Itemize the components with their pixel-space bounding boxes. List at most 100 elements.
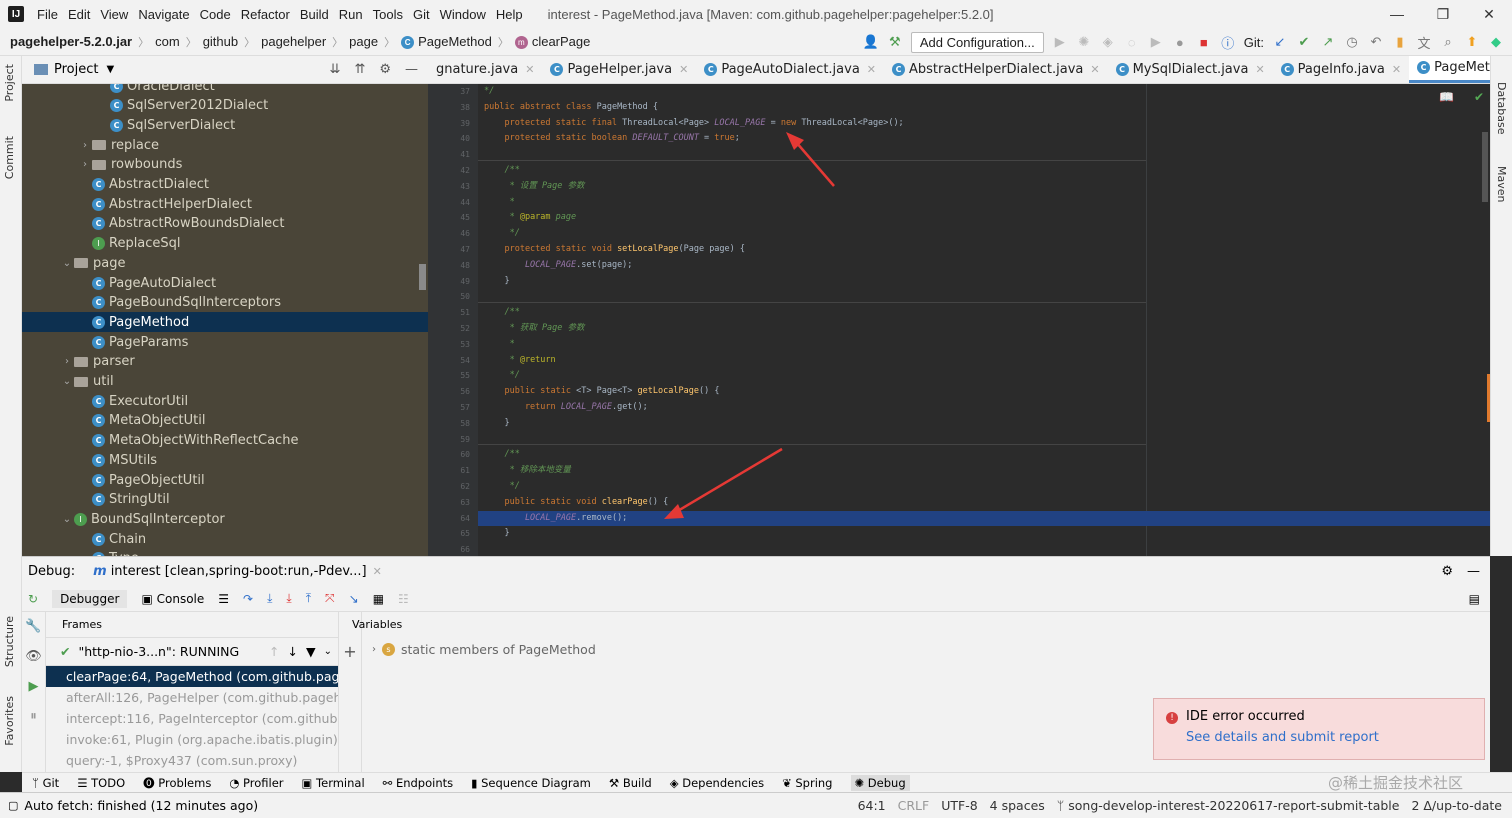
drop-frame-icon[interactable]: ⤧ [325, 591, 335, 606]
plugin-icon[interactable]: ▮ [1392, 34, 1408, 50]
chevron-down-icon[interactable]: ⌄ [60, 258, 74, 269]
rerun-icon[interactable]: ↻ [28, 592, 38, 606]
tab-console[interactable]: ▣ Console [141, 592, 204, 606]
tool-window-problems[interactable]: ⓿ Problems [143, 775, 211, 791]
gear-icon[interactable]: ⚙ [1441, 564, 1453, 579]
trace-icon[interactable]: ☷ [398, 592, 409, 606]
stop-icon[interactable]: ■ [1196, 35, 1212, 50]
frame-item[interactable]: query:-1, $Proxy437 (com.sun.proxy) [46, 750, 338, 771]
coverage-icon[interactable]: ◈ [1100, 34, 1116, 50]
user-icon[interactable]: 👤 [863, 34, 879, 50]
translate-icon[interactable]: 文 [1416, 33, 1432, 52]
tree-item[interactable]: C ExecutorUtil [22, 391, 428, 411]
menu-file[interactable]: File [32, 7, 63, 22]
pause-icon[interactable]: ⏸ [22, 702, 45, 732]
tree-item[interactable]: › replace [22, 135, 428, 155]
menu-code[interactable]: Code [195, 7, 236, 22]
toolbox-icon[interactable]: ◆ [1488, 34, 1504, 50]
editor-tab[interactable]: C PageHelper.java ✕ [542, 56, 696, 83]
tree-item[interactable]: ⌄ page [22, 253, 428, 273]
force-step-into-icon[interactable]: ⤓ [286, 591, 291, 606]
caret-position[interactable]: 64:1 [858, 798, 886, 813]
breadcrumb-com[interactable]: com [155, 34, 180, 49]
breadcrumb-pagehelper[interactable]: pagehelper [261, 34, 326, 49]
code-area[interactable]: */ public abstract class PageMethod { pro… [478, 84, 1490, 556]
breadcrumb-jar[interactable]: pagehelper-5.2.0.jar [10, 34, 132, 49]
arrow-up-icon[interactable]: ↑ [269, 644, 279, 659]
editor-scrollbar[interactable] [1482, 132, 1488, 202]
chevron-down-icon[interactable]: ▼ [106, 64, 114, 75]
close-icon[interactable]: ✕ [1392, 63, 1401, 76]
vcs-status[interactable]: 2 Δ/up-to-date [1411, 798, 1502, 813]
close-button[interactable]: ✕ [1466, 0, 1512, 28]
close-icon[interactable]: ✕ [679, 63, 688, 76]
chevron-down-icon[interactable]: ⌄ [324, 646, 332, 657]
menu-window[interactable]: Window [435, 7, 491, 22]
tool-window-spring[interactable]: ❦ Spring [782, 776, 832, 790]
tree-item[interactable]: C MetaObjectWithReflectCache [22, 431, 428, 451]
expand-all-icon[interactable]: ⇊ [330, 62, 341, 77]
step-out-icon[interactable]: ⤒ [306, 591, 311, 606]
chevron-right-icon[interactable]: › [60, 356, 74, 367]
hide-icon[interactable]: — [1467, 564, 1480, 579]
debug-session-tab[interactable]: interest [clean,spring-boot:run,-Pdev...… [111, 564, 367, 579]
tree-item[interactable]: CType [22, 549, 428, 556]
hammer-icon[interactable]: ⚒ [887, 34, 903, 50]
gear-icon[interactable]: ⚙ [379, 62, 391, 77]
menu-git[interactable]: Git [408, 7, 435, 22]
menu-view[interactable]: View [95, 7, 133, 22]
line-separator[interactable]: CRLF [898, 798, 930, 813]
minimize-button[interactable]: — [1374, 0, 1420, 28]
help-icon[interactable]: ⓘ [1220, 33, 1236, 52]
add-icon[interactable]: + [339, 642, 361, 661]
git-branch[interactable]: ᛘ song-develop-interest-20220617-report-… [1057, 798, 1400, 813]
database-tool-button[interactable]: Database [1495, 82, 1508, 135]
add-configuration-button[interactable]: Add Configuration... [910, 31, 1044, 53]
project-scrollbar[interactable] [419, 264, 426, 290]
chevron-down-icon[interactable]: ⌄ [60, 376, 74, 387]
evaluate-icon[interactable]: ▦ [373, 592, 384, 606]
close-icon[interactable]: ✕ [525, 63, 534, 76]
close-icon[interactable]: ✕ [1090, 63, 1099, 76]
tree-item[interactable]: C Chain [22, 529, 428, 549]
commit-tool-button[interactable]: Commit [3, 136, 16, 179]
step-into-icon[interactable]: ⤓ [267, 591, 272, 606]
tool-window-debug[interactable]: ✺ Debug [850, 774, 910, 791]
breadcrumb-method[interactable]: m clearPage [514, 34, 590, 50]
structure-tool-button[interactable]: Structure [3, 616, 16, 667]
file-encoding[interactable]: UTF-8 [941, 798, 977, 813]
menu-navigate[interactable]: Navigate [133, 7, 194, 22]
tree-item[interactable]: C SqlServer2012Dialect [22, 96, 428, 116]
layout-icon[interactable]: ▤ [1469, 592, 1480, 606]
editor-tab[interactable]: C PageInfo.java ✕ [1273, 56, 1409, 83]
tool-window-todo[interactable]: ☰ TODO [77, 776, 125, 790]
git-commit-icon[interactable]: ✔ [1296, 34, 1312, 50]
tree-item[interactable]: ⌄ I BoundSqlInterceptor [22, 509, 428, 529]
rollback-icon[interactable]: ↶ [1368, 34, 1384, 50]
code-editor[interactable]: 37 38 39 40 41 42 43 44 45 46 47 48 49 50 51 52 53 54 55 56… [428, 84, 1490, 556]
maven-tool-button[interactable]: Maven [1495, 166, 1508, 202]
wrench-icon[interactable]: 🔧 [22, 612, 45, 642]
resume-program-icon[interactable]: ▶ [22, 672, 45, 702]
tree-item[interactable]: C AbstractHelperDialect [22, 194, 428, 214]
project-tool-button[interactable]: Project [3, 64, 16, 102]
step-over-icon[interactable]: ↷ [243, 592, 253, 606]
error-notification[interactable]: ! IDE error occurred See details and subm… [1153, 698, 1485, 760]
resume-icon[interactable]: ▶ [1148, 34, 1164, 50]
history-icon[interactable]: ◷ [1344, 34, 1360, 50]
indent-setting[interactable]: 4 spaces [990, 798, 1045, 813]
tool-window-sequence-diagram[interactable]: ▮ Sequence Diagram [471, 776, 591, 790]
tool-window-endpoints[interactable]: ⚯ Endpoints [383, 776, 453, 790]
arrow-down-icon[interactable]: ↓ [288, 644, 298, 659]
tool-window-terminal[interactable]: ▣ Terminal [302, 776, 365, 790]
close-icon[interactable]: ✕ [1255, 63, 1264, 76]
debug-icon[interactable]: ✺ [1076, 34, 1092, 50]
tree-item[interactable]: C PageObjectUtil [22, 470, 428, 490]
eye-icon[interactable]: 👁 [22, 642, 45, 672]
profile-icon[interactable]: ◌ [1124, 35, 1140, 50]
tree-item[interactable]: C PageBoundSqlInterceptors [22, 293, 428, 313]
thread-selector[interactable]: ✔ "http-nio-3...n": RUNNING ↑ ↓ ▼ ⌄ [46, 638, 338, 666]
git-update-icon[interactable]: ↙ [1272, 34, 1288, 50]
tree-item[interactable]: I ReplaceSql [22, 234, 428, 254]
update-icon[interactable]: ⬆ [1464, 34, 1480, 50]
